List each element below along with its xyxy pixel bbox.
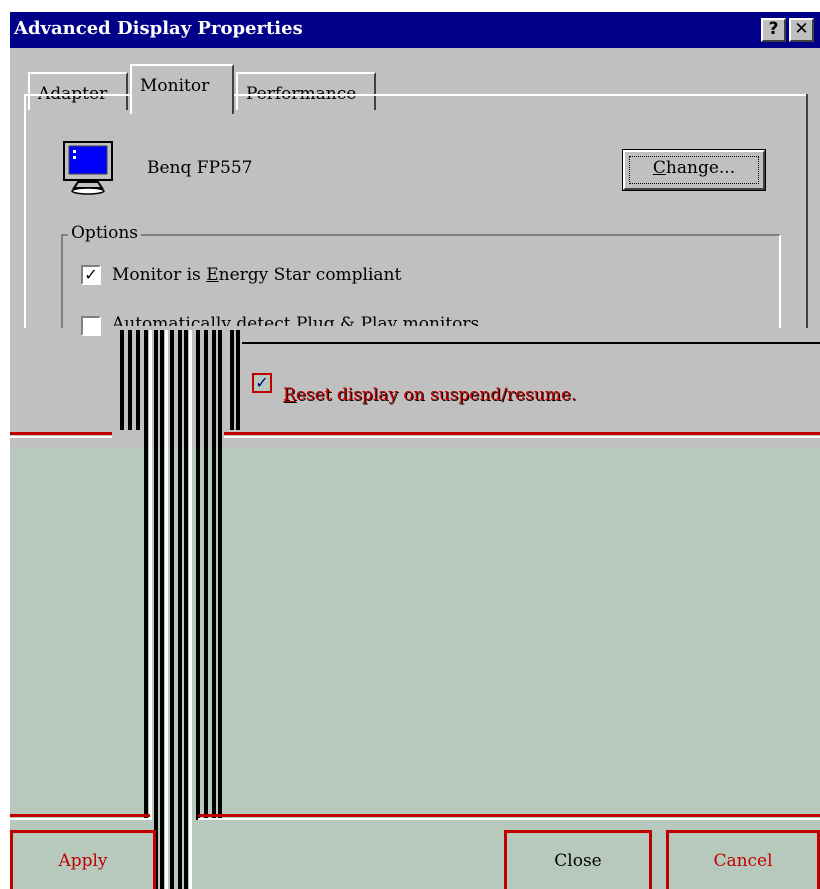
window-title: Advanced Display Properties [14,18,303,39]
glitch-streak [136,330,140,430]
glitch-streak [204,330,208,820]
tab-monitor[interactable]: Monitor [130,64,234,114]
options-group-label: Options [68,223,141,243]
glitch-streak [184,330,188,889]
glitch-streak [128,330,132,430]
glitch-line [198,818,820,820]
cancel-button[interactable]: Cancel [666,830,820,889]
advanced-display-properties-dialog: Advanced Display Properties ? ✕ Adapter … [10,12,820,889]
tab-panel-edge-left [24,94,26,334]
glitch-streak [230,330,234,430]
close-window-button[interactable]: ✕ [789,18,814,42]
glitch-streak [212,330,216,820]
monitor-icon [63,141,113,195]
change-button[interactable]: Change... [623,150,765,190]
tab-panel-edge-right [806,94,808,334]
title-bar[interactable]: Advanced Display Properties ? ✕ [10,12,820,48]
glitch-streak [154,330,158,889]
energy-star-label[interactable]: Monitor is Energy Star compliant [112,265,401,285]
glitch-streak [196,330,200,820]
glitch-streak [236,330,240,430]
auto-detect-checkbox[interactable] [81,316,101,336]
glitch-line [224,432,820,435]
glitch-line [10,436,112,438]
monitor-name: Benq FP557 [147,158,253,178]
glitch-streak [149,330,152,820]
close-button[interactable]: Close [504,830,652,889]
apply-button[interactable]: Apply [10,830,156,889]
energy-star-mnemonic: E [206,265,219,285]
reset-display-mnemonic: R [283,385,296,405]
energy-star-label-prefix: Monitor is [112,265,207,285]
glitch-streak [160,330,164,889]
energy-star-checkbox[interactable]: ✓ [81,265,101,285]
glitch-streak [144,330,148,820]
glitch-line [198,814,820,817]
reset-display-checkbox[interactable]: ✓ [252,373,272,393]
glitch-streak [165,330,168,889]
energy-star-label-rest: nergy Star compliant [218,265,402,285]
tab-performance[interactable]: Performance [236,72,376,110]
glitch-line [224,436,820,438]
glitch-line [242,342,820,344]
focus-rectangle [629,156,759,184]
glitch-streak [189,330,192,889]
glitch-line [10,432,112,435]
tab-monitor-label: Monitor [140,76,210,96]
tab-adapter[interactable]: Adapter [28,72,128,110]
glitch-streak [170,330,174,889]
help-button[interactable]: ? [761,18,786,42]
glitch-line [10,814,150,817]
reset-display-label[interactable]: Reset display on suspend/resume. [283,385,576,405]
glitch-streak [120,330,124,430]
glitch-streak [178,330,182,889]
glitch-streak [218,330,222,820]
reset-display-label-rest: eset display on suspend/resume. [295,385,577,405]
glitch-line [10,818,150,820]
